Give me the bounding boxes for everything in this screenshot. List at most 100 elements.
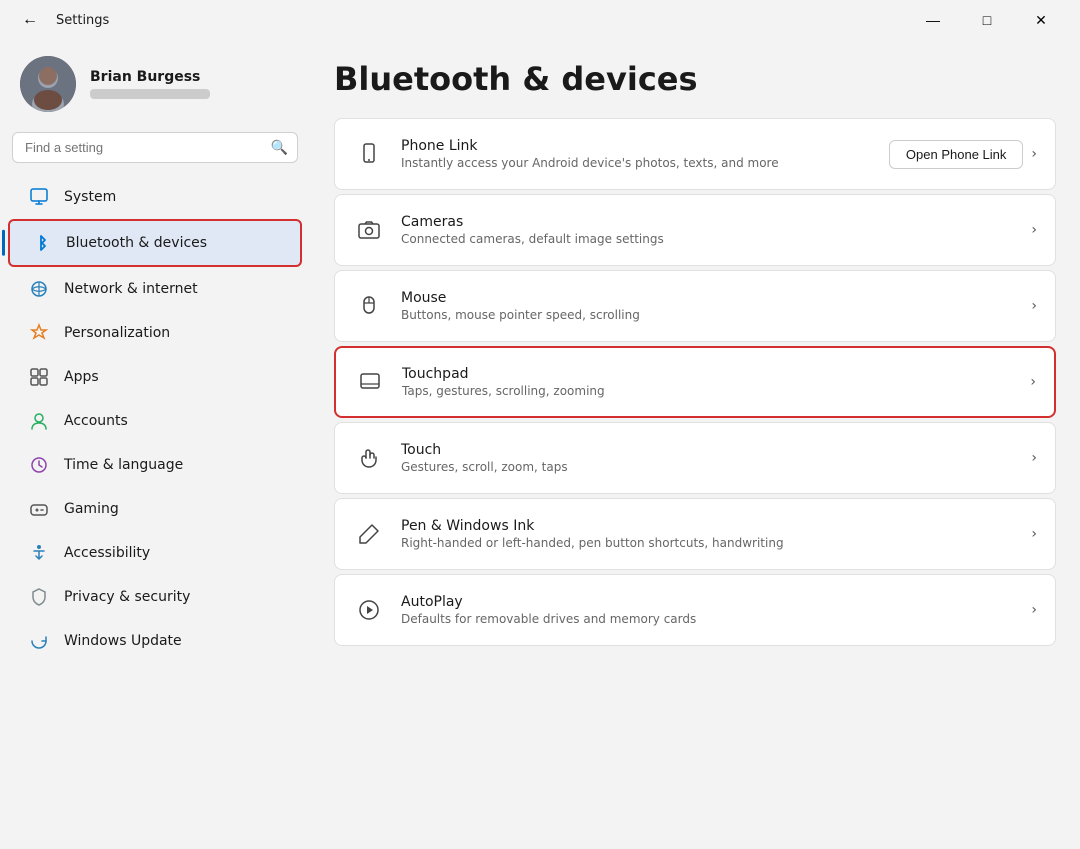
privacy-icon bbox=[28, 586, 50, 608]
setting-card-cameras[interactable]: Cameras Connected cameras, default image… bbox=[334, 194, 1056, 266]
title-bar: ← Settings — □ ✕ bbox=[0, 0, 1080, 40]
gaming-icon bbox=[28, 498, 50, 520]
touch-title: Touch bbox=[401, 442, 1015, 458]
setting-card-phone-link[interactable]: Phone Link Instantly access your Android… bbox=[334, 118, 1056, 190]
chevron-right-icon: › bbox=[1031, 298, 1037, 314]
app-body: Brian Burgess 🔍 System Bluetooth & devic… bbox=[0, 40, 1080, 849]
setting-card-touch[interactable]: Touch Gestures, scroll, zoom, taps › bbox=[334, 422, 1056, 494]
chevron-right-icon: › bbox=[1030, 374, 1036, 390]
mouse-desc: Buttons, mouse pointer speed, scrolling bbox=[401, 308, 1015, 322]
sidebar-item-label: System bbox=[64, 189, 116, 205]
pen-action: › bbox=[1031, 526, 1037, 542]
chevron-right-icon: › bbox=[1031, 450, 1037, 466]
setting-card-touchpad[interactable]: Touchpad Taps, gestures, scrolling, zoom… bbox=[334, 346, 1056, 418]
sidebar-item-apps[interactable]: Apps bbox=[8, 355, 302, 399]
phone-link-title: Phone Link bbox=[401, 138, 873, 154]
bluetooth-icon bbox=[30, 232, 52, 254]
touch-action: › bbox=[1031, 450, 1037, 466]
main-content: Bluetooth & devices Phone Link Instantly… bbox=[310, 40, 1080, 849]
sidebar: Brian Burgess 🔍 System Bluetooth & devic… bbox=[0, 40, 310, 849]
chevron-right-icon: › bbox=[1031, 602, 1037, 618]
mouse-title: Mouse bbox=[401, 290, 1015, 306]
cameras-desc: Connected cameras, default image setting… bbox=[401, 232, 1015, 246]
autoplay-action: › bbox=[1031, 602, 1037, 618]
sidebar-item-accounts[interactable]: Accounts bbox=[8, 399, 302, 443]
touchpad-title: Touchpad bbox=[402, 366, 1014, 382]
cameras-text: Cameras Connected cameras, default image… bbox=[401, 214, 1015, 246]
window-controls: — □ ✕ bbox=[910, 4, 1064, 36]
phone-link-action: Open Phone Link › bbox=[889, 140, 1037, 169]
search-input[interactable] bbox=[12, 132, 298, 163]
sidebar-item-update[interactable]: Windows Update bbox=[8, 619, 302, 663]
chevron-right-icon: › bbox=[1031, 526, 1037, 542]
page-title: Bluetooth & devices bbox=[334, 60, 1056, 98]
sidebar-item-label: Windows Update bbox=[64, 633, 182, 649]
autoplay-text: AutoPlay Defaults for removable drives a… bbox=[401, 594, 1015, 626]
sidebar-item-label: Time & language bbox=[64, 457, 183, 473]
setting-card-mouse[interactable]: Mouse Buttons, mouse pointer speed, scro… bbox=[334, 270, 1056, 342]
search-box: 🔍 bbox=[12, 132, 298, 163]
sidebar-item-label: Gaming bbox=[64, 501, 119, 517]
app-title: Settings bbox=[56, 13, 109, 28]
cameras-action: › bbox=[1031, 222, 1037, 238]
sidebar-item-bluetooth[interactable]: Bluetooth & devices bbox=[8, 219, 302, 267]
pen-text: Pen & Windows Ink Right-handed or left-h… bbox=[401, 518, 1015, 550]
sidebar-item-time[interactable]: Time & language bbox=[8, 443, 302, 487]
maximize-button[interactable]: □ bbox=[964, 4, 1010, 36]
sidebar-item-system[interactable]: System bbox=[8, 175, 302, 219]
pen-icon bbox=[353, 518, 385, 550]
chevron-right-icon: › bbox=[1031, 222, 1037, 238]
personalization-icon bbox=[28, 322, 50, 344]
back-button[interactable]: ← bbox=[16, 6, 44, 34]
pen-desc: Right-handed or left-handed, pen button … bbox=[401, 536, 1015, 550]
cameras-icon bbox=[353, 214, 385, 246]
touch-desc: Gestures, scroll, zoom, taps bbox=[401, 460, 1015, 474]
phone-link-text: Phone Link Instantly access your Android… bbox=[401, 138, 873, 170]
sidebar-item-privacy[interactable]: Privacy & security bbox=[8, 575, 302, 619]
autoplay-desc: Defaults for removable drives and memory… bbox=[401, 612, 1015, 626]
sidebar-item-accessibility[interactable]: Accessibility bbox=[8, 531, 302, 575]
sidebar-item-label: Accessibility bbox=[64, 545, 150, 561]
touch-text: Touch Gestures, scroll, zoom, taps bbox=[401, 442, 1015, 474]
sidebar-item-label: Accounts bbox=[64, 413, 128, 429]
mouse-text: Mouse Buttons, mouse pointer speed, scro… bbox=[401, 290, 1015, 322]
touch-icon bbox=[353, 442, 385, 474]
cameras-title: Cameras bbox=[401, 214, 1015, 230]
mouse-action: › bbox=[1031, 298, 1037, 314]
minimize-button[interactable]: — bbox=[910, 4, 956, 36]
user-section: Brian Burgess bbox=[0, 40, 310, 132]
user-name: Brian Burgess bbox=[90, 69, 210, 85]
update-icon bbox=[28, 630, 50, 652]
sidebar-item-network[interactable]: Network & internet bbox=[8, 267, 302, 311]
touchpad-action: › bbox=[1030, 374, 1036, 390]
sidebar-item-label: Privacy & security bbox=[64, 589, 190, 605]
avatar bbox=[20, 56, 76, 112]
phone-link-desc: Instantly access your Android device's p… bbox=[401, 156, 873, 170]
time-icon bbox=[28, 454, 50, 476]
setting-card-pen[interactable]: Pen & Windows Ink Right-handed or left-h… bbox=[334, 498, 1056, 570]
setting-card-autoplay[interactable]: AutoPlay Defaults for removable drives a… bbox=[334, 574, 1056, 646]
autoplay-icon bbox=[353, 594, 385, 626]
open-phone-link-button[interactable]: Open Phone Link bbox=[889, 140, 1023, 169]
sidebar-item-label: Bluetooth & devices bbox=[66, 235, 207, 251]
phone-link-icon bbox=[353, 138, 385, 170]
touchpad-text: Touchpad Taps, gestures, scrolling, zoom… bbox=[402, 366, 1014, 398]
system-icon bbox=[28, 186, 50, 208]
pen-title: Pen & Windows Ink bbox=[401, 518, 1015, 534]
close-button[interactable]: ✕ bbox=[1018, 4, 1064, 36]
sidebar-item-gaming[interactable]: Gaming bbox=[8, 487, 302, 531]
sidebar-item-personalization[interactable]: Personalization bbox=[8, 311, 302, 355]
nav-list: System Bluetooth & devices Network & int… bbox=[0, 175, 310, 663]
mouse-icon bbox=[353, 290, 385, 322]
search-icon: 🔍 bbox=[271, 140, 288, 156]
settings-list: Phone Link Instantly access your Android… bbox=[334, 118, 1056, 646]
accessibility-icon bbox=[28, 542, 50, 564]
user-info: Brian Burgess bbox=[90, 69, 210, 99]
touchpad-desc: Taps, gestures, scrolling, zooming bbox=[402, 384, 1014, 398]
chevron-right-icon: › bbox=[1031, 146, 1037, 162]
accounts-icon bbox=[28, 410, 50, 432]
autoplay-title: AutoPlay bbox=[401, 594, 1015, 610]
sidebar-item-label: Personalization bbox=[64, 325, 170, 341]
apps-icon bbox=[28, 366, 50, 388]
user-email-bar bbox=[90, 89, 210, 99]
